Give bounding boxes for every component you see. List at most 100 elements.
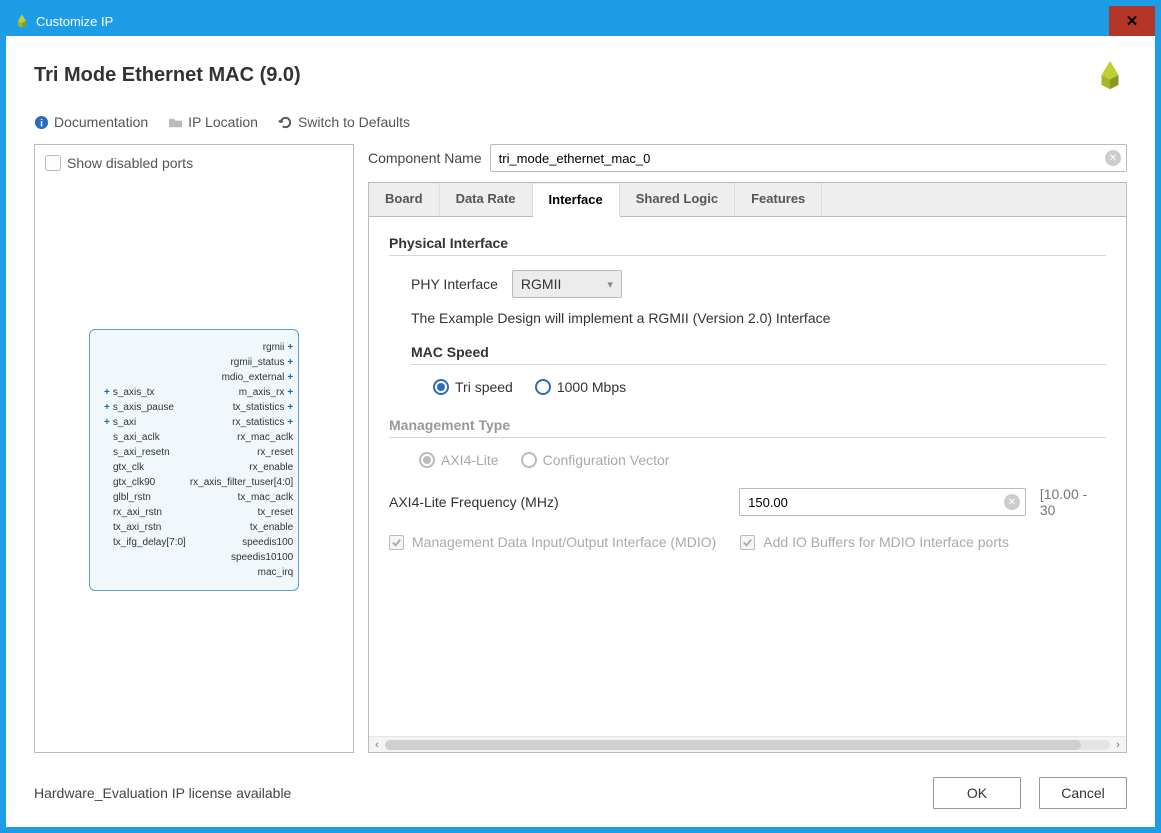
close-button[interactable]: ✕ — [1109, 6, 1155, 36]
show-disabled-row: Show disabled ports — [45, 155, 343, 171]
input-port: s_axi_aclk — [104, 430, 186, 445]
frequency-range-label: [10.00 - 30 — [1040, 486, 1106, 518]
symbol-panel: Show disabled ports +s_axis_tx+s_axis_pa… — [34, 144, 354, 753]
axi-frequency-row: AXI4-Lite Frequency (MHz) ✕ [10.00 - 30 — [389, 486, 1106, 518]
main-area: Show disabled ports +s_axis_tx+s_axis_pa… — [6, 144, 1155, 765]
tab-interface-content: Physical Interface PHY Interface RGMII ▾… — [369, 217, 1126, 736]
output-port: tx_statistics+ — [190, 400, 293, 415]
tab-row: BoardData RateInterfaceShared LogicFeatu… — [369, 183, 1126, 217]
tab-shared-logic[interactable]: Shared Logic — [620, 183, 735, 216]
ok-button[interactable]: OK — [933, 777, 1021, 809]
switch-defaults-label: Switch to Defaults — [298, 114, 410, 130]
tab-data-rate[interactable]: Data Rate — [440, 183, 533, 216]
scroll-thumb[interactable] — [385, 740, 1081, 750]
component-name-label: Component Name — [368, 150, 482, 166]
physical-interface-section: Physical Interface PHY Interface RGMII ▾… — [389, 235, 1106, 395]
ip-title: Tri Mode Ethernet MAC (9.0) — [34, 64, 301, 87]
iobuf-checkbox-label: Add IO Buffers for MDIO Interface ports — [763, 534, 1009, 550]
output-port: tx_reset — [190, 505, 293, 520]
mac-speed-radio[interactable]: 1000 Mbps — [535, 379, 626, 395]
output-port: speedis100 — [190, 535, 293, 550]
mdio-checkbox-row: Management Data Input/Output Interface (… — [389, 534, 1106, 550]
horizontal-scrollbar[interactable]: ‹ › — [369, 736, 1126, 752]
input-port: gtx_clk — [104, 460, 186, 475]
switch-defaults-link[interactable]: Switch to Defaults — [278, 114, 410, 130]
tab-interface[interactable]: Interface — [533, 184, 620, 217]
output-port: rx_statistics+ — [190, 415, 293, 430]
svg-text:i: i — [40, 118, 43, 129]
input-port: rx_axi_rstn — [104, 505, 186, 520]
output-port: m_axis_rx+ — [190, 385, 293, 400]
output-port: mac_irq — [190, 565, 293, 580]
clear-frequency-button[interactable]: ✕ — [1004, 494, 1020, 510]
cancel-button[interactable]: Cancel — [1039, 777, 1127, 809]
documentation-label: Documentation — [54, 114, 148, 130]
clear-component-name-button[interactable]: ✕ — [1105, 150, 1121, 166]
phy-interface-label: PHY Interface — [411, 276, 498, 292]
output-port: rgmii_status+ — [190, 355, 293, 370]
scroll-track[interactable] — [385, 740, 1110, 750]
window-body: Tri Mode Ethernet MAC (9.0) i Documentat… — [6, 36, 1155, 827]
mdio-checkbox-label: Management Data Input/Output Interface (… — [412, 534, 716, 550]
input-port: +s_axis_pause — [104, 400, 186, 415]
refresh-icon — [278, 115, 293, 130]
management-section: Management Type AXI4-Lite Configuration V… — [389, 417, 1106, 550]
window-frame: Customize IP ✕ Tri Mode Ethernet MAC (9.… — [0, 0, 1161, 833]
info-icon: i — [34, 115, 49, 130]
close-icon: ✕ — [1126, 12, 1139, 30]
output-port: rx_reset — [190, 445, 293, 460]
vendor-logo-icon — [1093, 58, 1127, 92]
mac-speed-title: MAC Speed — [411, 344, 1106, 360]
documentation-link[interactable]: i Documentation — [34, 114, 148, 130]
phy-interface-select[interactable]: RGMII ▾ — [512, 270, 622, 298]
input-port: +s_axi — [104, 415, 186, 430]
ip-location-label: IP Location — [188, 114, 258, 130]
output-port: rx_axis_filter_tuser[4:0] — [190, 475, 293, 490]
scroll-left-button[interactable]: ‹ — [369, 737, 385, 753]
output-port: rx_enable — [190, 460, 293, 475]
input-port: tx_axi_rstn — [104, 520, 186, 535]
chevron-down-icon: ▾ — [607, 278, 613, 291]
tab-features[interactable]: Features — [735, 183, 822, 216]
folder-icon — [168, 115, 183, 130]
tab-board[interactable]: Board — [369, 183, 440, 216]
output-port: speedis10100 — [190, 550, 293, 565]
footer: Hardware_Evaluation IP license available… — [6, 765, 1155, 827]
ip-block-diagram: +s_axis_tx+s_axis_pause+s_axis_axi_aclks… — [45, 177, 343, 742]
output-port: rx_mac_aclk — [190, 430, 293, 445]
management-title: Management Type — [389, 417, 1106, 433]
output-port: tx_mac_aclk — [190, 490, 293, 505]
window-title: Customize IP — [36, 14, 113, 29]
axi-frequency-label: AXI4-Lite Frequency (MHz) — [389, 494, 725, 510]
input-port: gtx_clk90 — [104, 475, 186, 490]
iobuf-checkbox-box — [740, 535, 755, 550]
license-text: Hardware_Evaluation IP license available — [34, 785, 291, 801]
input-port: glbl_rstn — [104, 490, 186, 505]
titlebar[interactable]: Customize IP ✕ — [6, 6, 1155, 36]
config-panel: Component Name ✕ BoardData RateInterface… — [368, 144, 1127, 753]
ip-location-link[interactable]: IP Location — [168, 114, 258, 130]
toolbar: i Documentation IP Location Switch to De… — [6, 110, 1155, 144]
mdio-checkbox-box — [389, 535, 404, 550]
phy-interface-value: RGMII — [521, 276, 561, 292]
component-name-input[interactable] — [490, 144, 1127, 172]
output-port: rgmii+ — [190, 340, 293, 355]
show-disabled-label: Show disabled ports — [67, 155, 193, 171]
management-type-radio: Configuration Vector — [521, 452, 670, 468]
ip-block: +s_axis_tx+s_axis_pause+s_axis_axi_aclks… — [89, 329, 299, 591]
management-type-radio: AXI4-Lite — [419, 452, 499, 468]
mac-speed-section: MAC Speed Tri speed 1000 Mbps — [411, 344, 1106, 395]
app-logo-icon — [14, 13, 30, 29]
show-disabled-checkbox[interactable] — [45, 155, 61, 171]
mac-speed-radio[interactable]: Tri speed — [433, 379, 513, 395]
output-port: tx_enable — [190, 520, 293, 535]
axi-frequency-input[interactable] — [739, 488, 1026, 516]
component-name-row: Component Name ✕ — [368, 144, 1127, 172]
scroll-right-button[interactable]: › — [1110, 737, 1126, 753]
input-port: tx_ifg_delay[7:0] — [104, 535, 186, 550]
input-port: +s_axis_tx — [104, 385, 186, 400]
physical-interface-title: Physical Interface — [389, 235, 1106, 251]
phy-note: The Example Design will implement a RGMI… — [411, 310, 1106, 326]
ip-header: Tri Mode Ethernet MAC (9.0) — [6, 36, 1155, 110]
tabs-container: BoardData RateInterfaceShared LogicFeatu… — [368, 182, 1127, 753]
